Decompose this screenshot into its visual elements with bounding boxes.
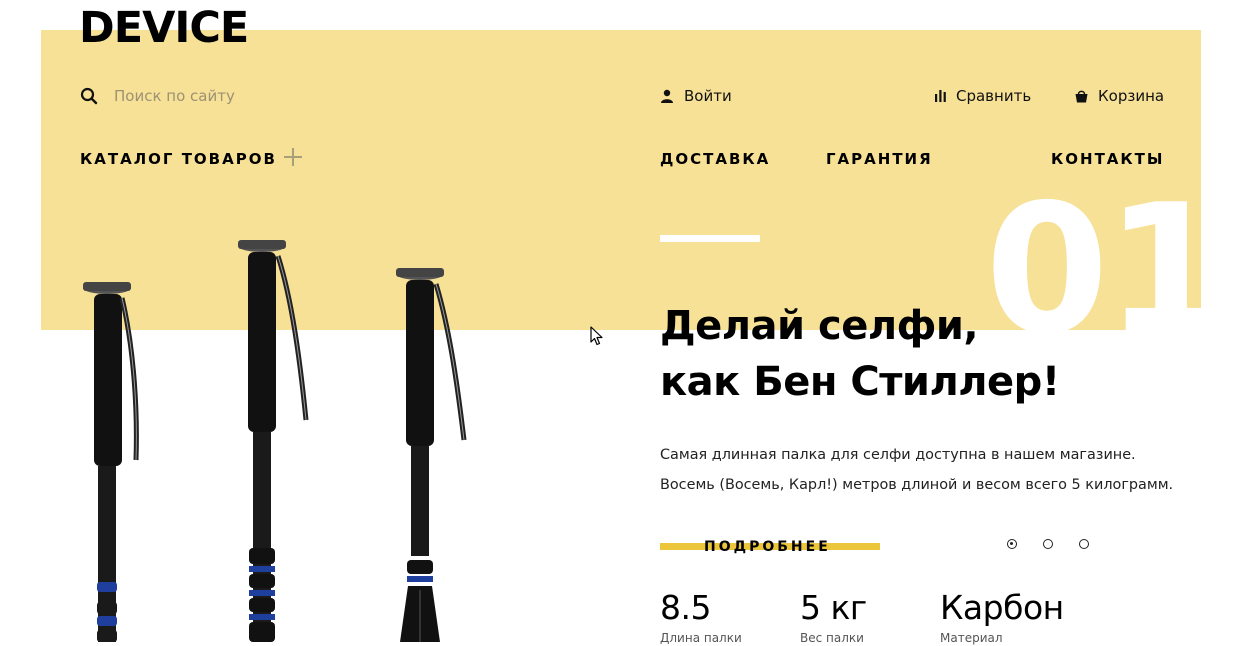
slider-dot-1[interactable] <box>1007 539 1017 549</box>
nav-catalog[interactable]: КАТАЛОГ ТОВАРОВ <box>80 148 277 170</box>
search-input[interactable] <box>114 87 354 105</box>
cart-icon <box>1075 90 1098 103</box>
nav-delivery[interactable]: ДОСТАВКА <box>660 148 770 170</box>
stat-length-value: 8.5 <box>660 588 711 627</box>
search-bar[interactable] <box>80 86 354 106</box>
stat-material-value: Карбон <box>940 588 1064 627</box>
slider-dot-3[interactable] <box>1079 539 1089 549</box>
more-button[interactable]: ПОДРОБНЕЕ <box>660 537 880 557</box>
slide-description: Самая длинная палка для селфи доступна в… <box>660 440 1173 500</box>
stat-material-label: Материал <box>940 631 1003 645</box>
stat-length: 8.5 Длина палки <box>660 588 742 646</box>
product-image-selfie-sticks <box>83 240 467 642</box>
stat-weight: 5 кг Вес палки <box>800 588 867 646</box>
slide-title-line2: как Бен Стиллер! <box>660 359 1060 405</box>
cart-link[interactable]: Корзина <box>1075 86 1164 106</box>
slide-description-line1: Самая длинная палка для селфи доступна в… <box>660 447 1136 463</box>
slide-description-line2: Восемь (Восемь, Карл!) метров длиной и в… <box>660 477 1174 493</box>
compare-link[interactable]: Сравнить <box>935 86 1031 106</box>
login-link[interactable]: Войти <box>660 86 732 106</box>
cart-label: Корзина <box>1098 87 1165 105</box>
search-icon[interactable] <box>80 87 98 105</box>
slide-title: Делай селфи, как Бен Стиллер! <box>660 298 1060 410</box>
more-button-label: ПОДРОБНЕЕ <box>704 539 831 555</box>
selfie-stick-3 <box>396 268 467 642</box>
stat-weight-value: 5 кг <box>800 588 867 627</box>
slide-title-line1: Делай селфи, <box>660 303 979 349</box>
site-logo[interactable]: DEVICE <box>79 2 249 54</box>
slide-dash-decor <box>660 235 760 242</box>
login-label: Войти <box>684 87 732 105</box>
stat-length-label: Длина палки <box>660 631 742 645</box>
compare-label: Сравнить <box>956 87 1032 105</box>
selfie-stick-2 <box>238 240 309 642</box>
nav-warranty[interactable]: ГАРАНТИЯ <box>826 148 933 170</box>
selfie-stick-1 <box>83 282 139 642</box>
user-icon <box>660 89 684 103</box>
stat-material: Карбон Материал <box>940 588 1064 646</box>
stat-weight-label: Вес палки <box>800 631 864 645</box>
plus-icon[interactable] <box>284 148 302 166</box>
slider-dot-2[interactable] <box>1043 539 1053 549</box>
mouse-pointer-icon <box>590 326 603 346</box>
compare-icon <box>935 90 956 102</box>
